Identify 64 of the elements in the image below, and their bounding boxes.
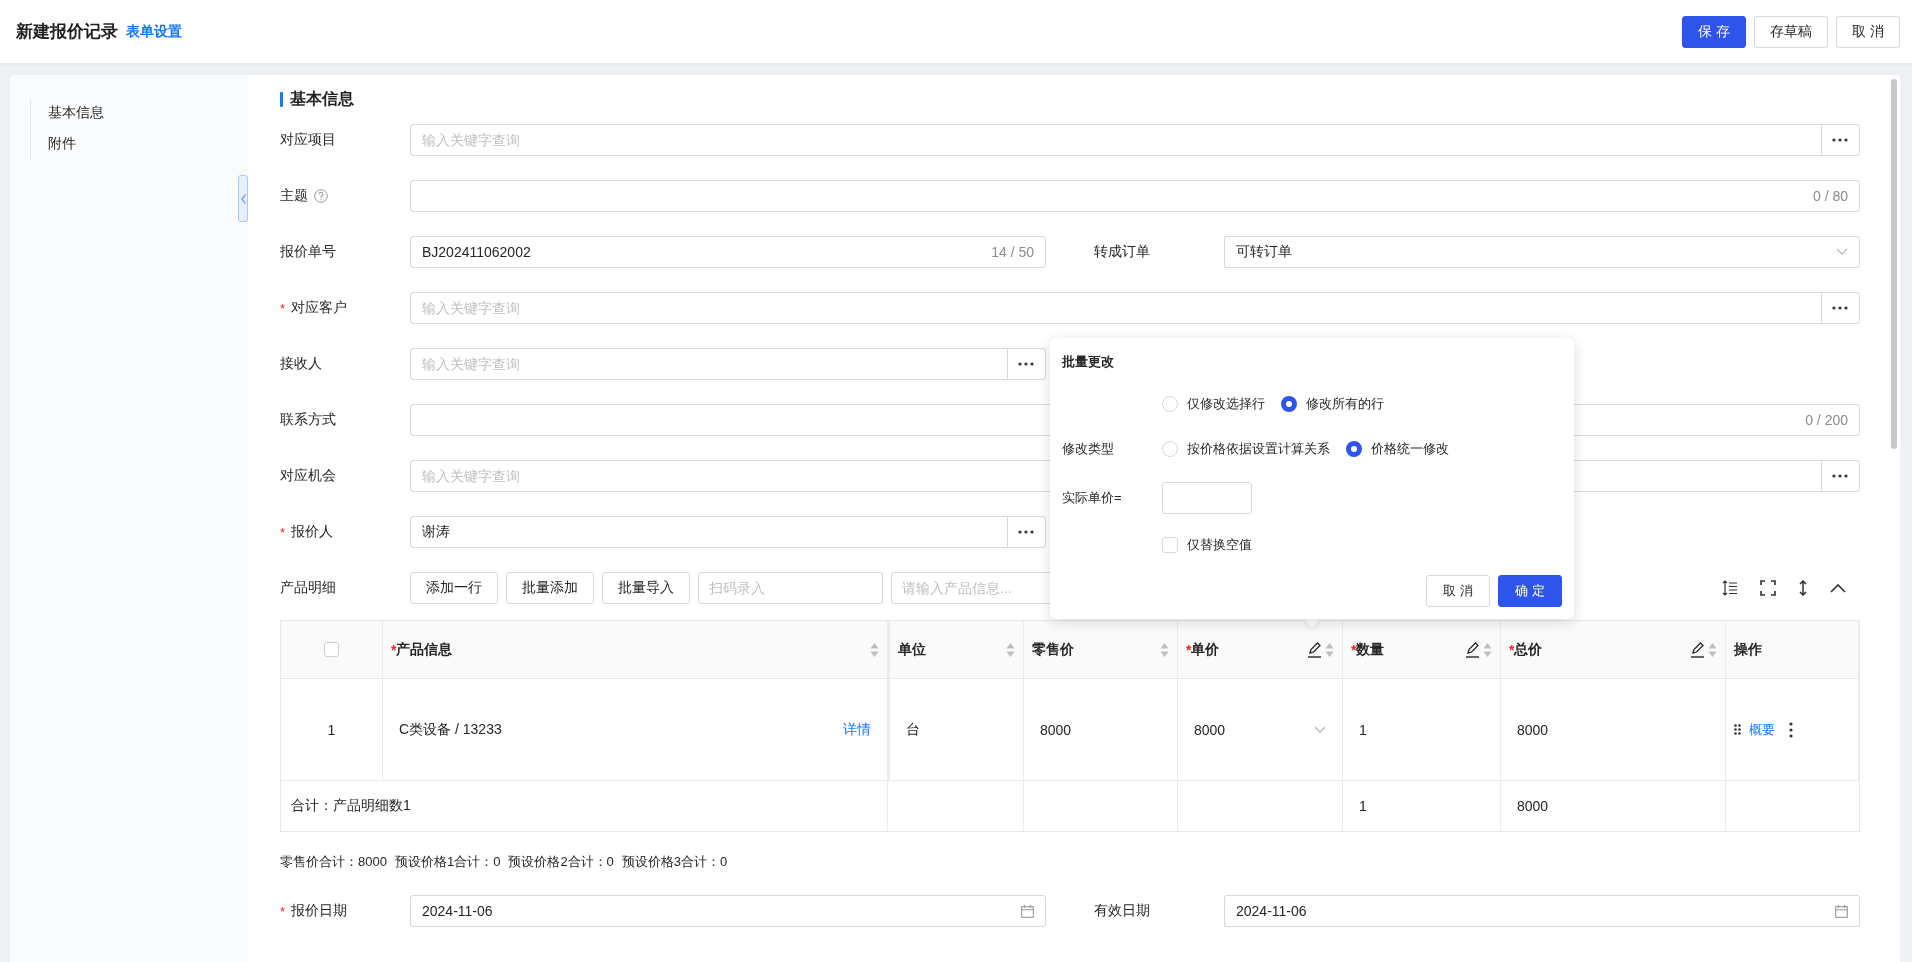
field-label: 对应项目	[280, 131, 336, 149]
required-mark: *	[391, 641, 397, 658]
table-cell: C类设备 / 13233	[399, 720, 502, 739]
column-header: 零售价	[1032, 640, 1074, 659]
total-label: 合计：产品明细数1	[291, 797, 411, 815]
summary-text: 预设价格3合计：0	[621, 853, 728, 871]
summary-text: 预设价格2合计：0	[508, 853, 614, 871]
table-cell: 台	[906, 720, 920, 739]
field-label: 产品明细	[280, 579, 336, 597]
required-mark: *	[280, 524, 286, 540]
field-label: 报价单号	[280, 243, 336, 261]
column-header: 操作	[1734, 640, 1762, 659]
column-header: 产品信息	[396, 640, 453, 659]
radio-label[interactable]: 价格统一修改	[1371, 440, 1449, 458]
required-mark: *	[280, 300, 286, 316]
radio-label[interactable]: 仅修改选择行	[1187, 395, 1265, 413]
table-cell: 1	[1359, 798, 1367, 814]
char-counter: 0 / 200	[1797, 404, 1860, 436]
field-label: 联系方式	[280, 411, 336, 429]
field-label: 实际单价=	[1062, 489, 1123, 507]
table-cell: 8000	[1517, 798, 1549, 814]
table-cell: 8000	[1517, 721, 1549, 738]
scan-field[interactable]: 扫码录入	[698, 572, 883, 604]
detail-link[interactable]: 详情	[843, 720, 871, 739]
cancel-button[interactable]: 取 消	[1426, 575, 1490, 607]
row-number: 1	[327, 721, 336, 738]
column-header: 总价	[1514, 640, 1543, 659]
column-header: 数量	[1356, 640, 1385, 659]
required-mark: *	[280, 903, 286, 919]
form-settings-link[interactable]: 表单设置	[126, 22, 182, 41]
field-label: 对应机会	[280, 467, 336, 485]
page-title: 新建报价记录	[16, 21, 118, 43]
field-label: 修改类型	[1062, 440, 1115, 458]
required-mark: *	[1351, 641, 1357, 658]
toolbar-button[interactable]: 批量添加	[506, 572, 594, 604]
popover-title: 批量更改	[1062, 353, 1115, 371]
table-cell: 1	[1359, 721, 1367, 738]
radio-label[interactable]: 按价格依据设置计算关系	[1187, 440, 1330, 458]
field-label: 对应客户	[291, 299, 348, 317]
required-mark: *	[1186, 641, 1192, 658]
table-cell: 8000	[1194, 721, 1226, 738]
column-header: 单位	[898, 640, 926, 659]
sidebar-item[interactable]: 基本信息	[48, 103, 248, 121]
toolbar-button[interactable]: 批量导入	[602, 572, 690, 604]
field-label: 接收人	[280, 355, 322, 373]
section-title: 基本信息	[290, 88, 354, 109]
confirm-button[interactable]: 确 定	[1498, 575, 1562, 607]
summary-link[interactable]: 概要	[1749, 720, 1775, 739]
save-button[interactable]: 保 存	[1682, 15, 1747, 48]
toolbar-button[interactable]: 存草稿	[1754, 15, 1829, 48]
field-label: 报价人	[291, 523, 334, 541]
radio-label[interactable]: 修改所有的行	[1306, 395, 1384, 413]
summary-text: 零售价合计：8000	[280, 853, 387, 871]
toolbar-button[interactable]: 添加一行	[410, 572, 498, 604]
sidebar-item[interactable]: 附件	[48, 134, 248, 152]
field-label: 报价日期	[291, 902, 348, 920]
column-header: 单价	[1191, 640, 1220, 659]
field-label: 转成订单	[1094, 243, 1150, 261]
field-label: 有效日期	[1094, 902, 1150, 920]
checkbox-label[interactable]: 仅替换空值	[1187, 536, 1252, 554]
table-cell: 8000	[1040, 721, 1072, 738]
toolbar-button[interactable]: 取 消	[1836, 15, 1900, 48]
summary-text: 预设价格1合计：0	[394, 853, 501, 871]
field-label: 主题	[280, 187, 308, 205]
